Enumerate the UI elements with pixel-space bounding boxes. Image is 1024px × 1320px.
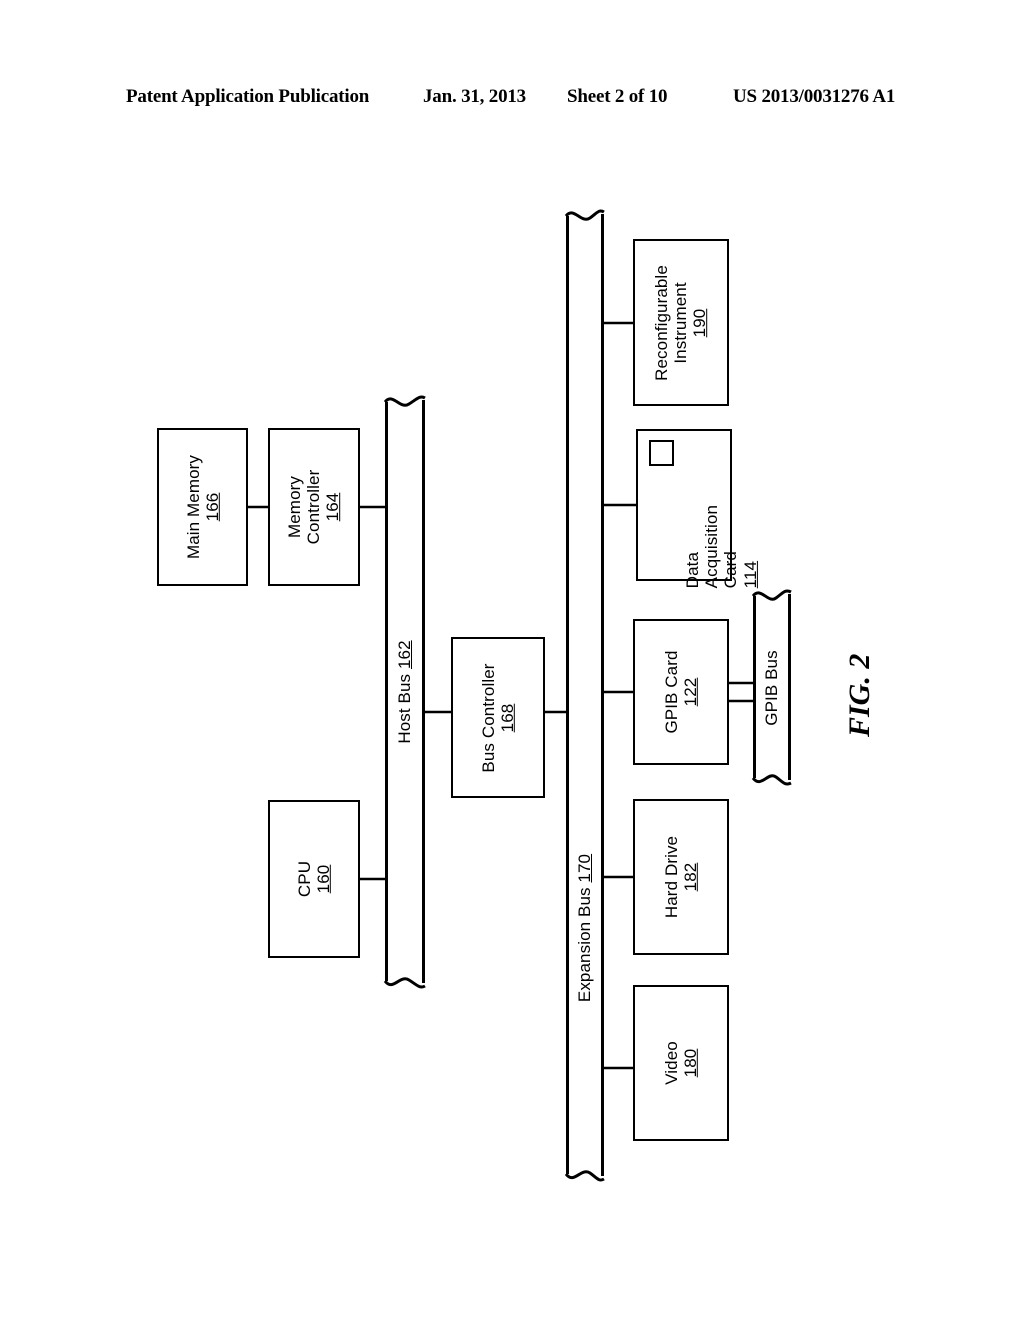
node-bus-controller: Bus Controller 168 xyxy=(451,637,545,798)
node-data-acquisition-card: Data Acquisition Card 114 xyxy=(636,429,759,588)
node-main-memory-label: Main Memory 166 xyxy=(183,454,222,560)
node-gpib-card: GPIB Card 122 xyxy=(633,619,729,765)
node-video-label: Video 180 xyxy=(661,1041,700,1085)
node-hard-drive-label: Hard Drive 182 xyxy=(661,835,700,919)
node-reconfigurable-instrument: Reconfigurable Instrument 190 xyxy=(633,239,729,406)
gpib-bus-label: GPIB Bus xyxy=(762,649,781,726)
patent-figure-2: Host Bus 162 Expansion Bus 170 GPIB Bus … xyxy=(0,0,1024,1320)
node-data-acquisition-card-label: Data Acquisition Card 114 xyxy=(682,505,760,589)
node-cpu: CPU 160 xyxy=(268,800,360,958)
node-video: Video 180 xyxy=(633,985,729,1141)
expansion-bus-label: Expansion Bus 170 xyxy=(575,853,594,1003)
host-bus: Host Bus 162 xyxy=(385,398,425,986)
daq-connector-square-icon xyxy=(649,440,674,466)
node-bus-controller-label: Bus Controller 168 xyxy=(478,662,517,773)
node-memory-controller-label: Memory Controller 164 xyxy=(285,469,343,545)
figure-caption: FIG. 2 xyxy=(843,653,876,737)
node-cpu-label: CPU 160 xyxy=(294,860,333,898)
node-main-memory: Main Memory 166 xyxy=(157,428,248,586)
expansion-bus: Expansion Bus 170 xyxy=(566,212,604,1179)
node-reconfigurable-instrument-label: Reconfigurable Instrument 190 xyxy=(652,264,710,381)
node-memory-controller: Memory Controller 164 xyxy=(268,428,360,586)
host-bus-label: Host Bus 162 xyxy=(395,640,414,744)
node-gpib-card-label: GPIB Card 122 xyxy=(661,650,700,734)
node-hard-drive: Hard Drive 182 xyxy=(633,799,729,955)
gpib-bus: GPIB Bus xyxy=(753,592,791,783)
